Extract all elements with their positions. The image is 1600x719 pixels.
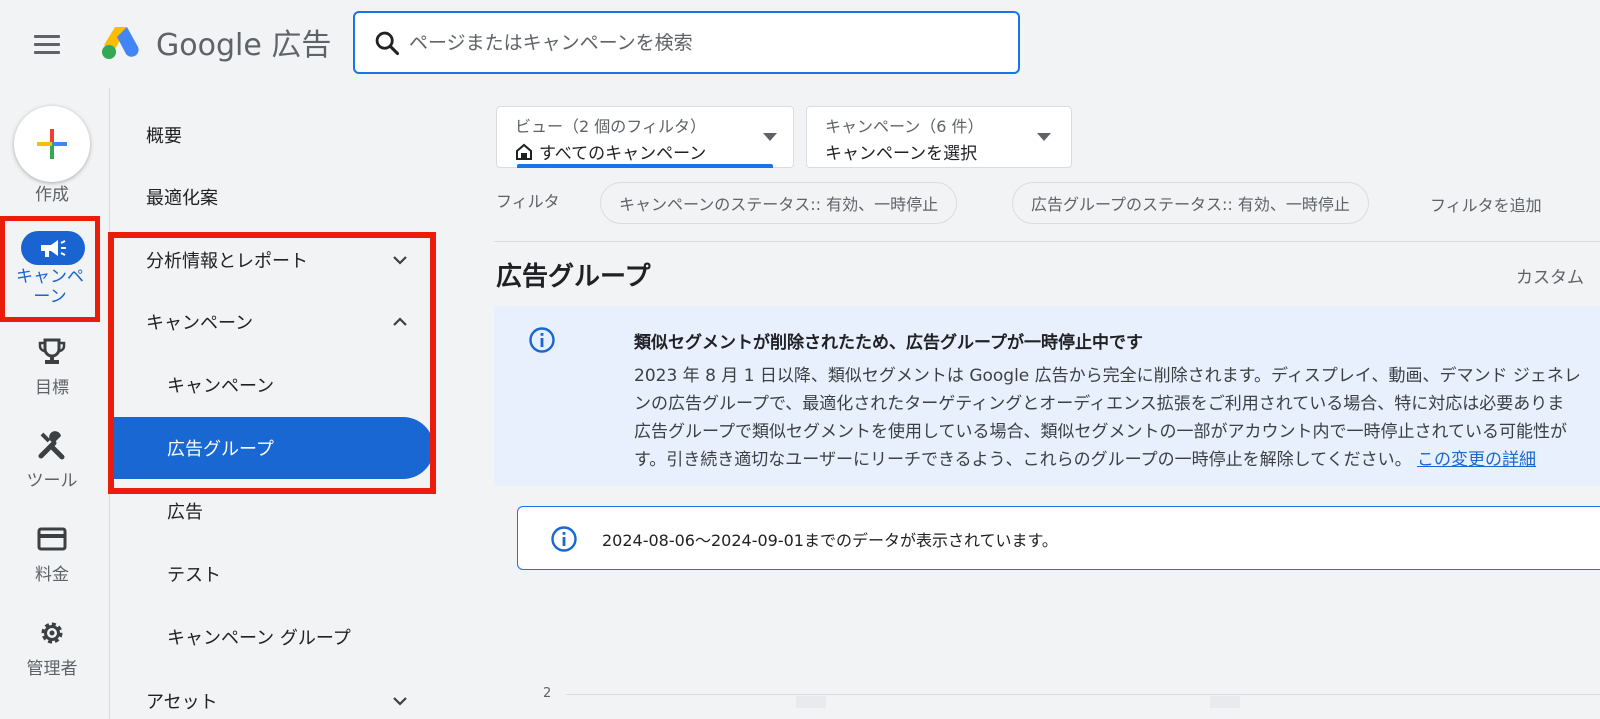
nav-item-overview[interactable]: 概要 (110, 104, 440, 166)
nav-item-campaigns[interactable]: キャンペーン (110, 354, 440, 416)
page-title: 広告グループ (496, 262, 651, 292)
nav-item-recommendations[interactable]: 最適化案 (110, 166, 440, 228)
nav-item-label: 最適化案 (146, 188, 218, 209)
view-dropdown-value-text: すべてのキャンペーン (539, 144, 707, 164)
admin-label: 管理者 (26, 659, 78, 679)
notice-line: す。引き続き適切なユーザーにリーチできるよう、これらのグループの一時停止を解除し… (634, 450, 1412, 470)
nav-item-insights-reports[interactable]: 分析情報とレポート (110, 229, 440, 291)
view-dropdown-value: すべてのキャンペーン (515, 139, 706, 164)
campaign-dropdown-value: キャンペーンを選択 (825, 144, 978, 164)
nav-item-label: キャンペーン グループ (167, 628, 351, 649)
nav-item-label: キャンペーン (146, 313, 254, 334)
nav-item-experiments[interactable]: テスト (110, 543, 440, 605)
divider (494, 241, 1600, 242)
chart-y-tick: 2 (543, 686, 552, 701)
goals-label: 目標 (35, 378, 69, 398)
nav-item-assets[interactable]: アセット (110, 670, 440, 719)
chart-gridline (566, 694, 1600, 695)
campaign-label: キャンペ ーン (5, 267, 95, 307)
view-dropdown-underline (517, 164, 773, 168)
search-input[interactable] (409, 31, 989, 54)
nav-item-ad-groups[interactable]: 広告グループ (110, 417, 434, 479)
top-bar: Google 広告 (0, 0, 1600, 88)
dropdown-arrow-icon (1037, 133, 1051, 141)
custom-button[interactable]: カスタム (1516, 263, 1584, 288)
view-dropdown[interactable]: ビュー（2 個のフィルタ） すべてのキャンペーン (496, 106, 794, 168)
rail-item-campaigns[interactable]: キャンペ ーン (0, 216, 100, 322)
chevron-down-icon (393, 697, 407, 706)
gear-icon (32, 616, 72, 650)
notice-line: 広告グループで類似セグメントを使用している場合、類似セグメントの一部がアカウント… (634, 422, 1567, 442)
nav-item-label: 広告 (167, 502, 203, 523)
view-dropdown-label: ビュー（2 個のフィルタ） (515, 117, 706, 136)
info-icon (529, 327, 555, 353)
rail-item-billing[interactable]: 料金 (0, 520, 104, 610)
tools-icon (32, 428, 72, 462)
info-notice: 類似セグメントが削除されたため、広告グループが一時停止中です 2023 年 8 … (494, 306, 1600, 486)
rail-item-tools[interactable]: ツール (0, 426, 104, 516)
nav-item-label: テスト (167, 565, 221, 586)
nav-item-label: キャンペーン (167, 376, 275, 397)
campaign-dropdown[interactable]: キャンペーン（6 件） キャンペーンを選択 (806, 106, 1072, 168)
date-range-text: 2024-08-06〜2024-09-01までのデータが表示されています。 (602, 531, 1058, 550)
trophy-icon (32, 335, 72, 369)
nav-item-label: アセット (146, 692, 218, 713)
create-button[interactable] (14, 106, 90, 182)
credit-card-icon (32, 522, 72, 556)
campaign-label-line2: ーン (33, 287, 67, 307)
info-icon (551, 526, 577, 552)
notice-title: 類似セグメントが削除されたため、広告グループが一時停止中です (634, 333, 1143, 353)
nav-item-label: 広告グループ (167, 439, 274, 460)
campaign-pill (21, 231, 85, 265)
plus-icon (37, 129, 67, 159)
campaign-dropdown-label: キャンペーン（6 件） (825, 117, 984, 136)
rail-item-goals[interactable]: 目標 (0, 333, 104, 423)
hamburger-menu-icon[interactable] (34, 26, 70, 62)
notice-line: ンの広告グループで、最適化されたターゲティングとオーディエンス拡張をご利用されて… (634, 394, 1565, 414)
nav-item-label: 分析情報とレポート (146, 251, 308, 272)
chart-bar-stub (796, 696, 826, 708)
campaign-label-line1: キャンペ (16, 267, 84, 287)
learn-more-link[interactable]: この変更の詳細 (1417, 450, 1536, 470)
filter-label: フィルタ (496, 192, 560, 211)
google-ads-logo-icon (102, 27, 139, 59)
notice-line: 2023 年 8 月 1 日以降、類似セグメントは Google 広告から完全に… (634, 366, 1581, 386)
search-box[interactable] (353, 11, 1020, 74)
chart-bar-stub (1210, 696, 1240, 708)
search-icon (375, 31, 400, 55)
nav-item-campaigns-group[interactable]: キャンペーン (110, 291, 440, 353)
nav-item-ads[interactable]: 広告 (110, 480, 440, 542)
chevron-up-icon (393, 317, 407, 326)
logo-text: Google 広告 (156, 28, 332, 63)
nav-item-campaign-groups[interactable]: キャンペーン グループ (110, 606, 440, 668)
notice-body: 2023 年 8 月 1 日以降、類似セグメントは Google 広告から完全に… (634, 362, 1600, 474)
google-ads-logo[interactable]: Google 広告 (100, 22, 332, 63)
filter-chip-adgroup-status[interactable]: 広告グループのステータス:: 有効、一時停止 (1012, 182, 1369, 224)
nav-item-label: 概要 (146, 126, 182, 147)
chevron-down-icon (393, 256, 407, 265)
rail-item-admin[interactable]: 管理者 (0, 614, 104, 704)
create-label: 作成 (35, 185, 69, 205)
megaphone-icon (41, 240, 66, 257)
dropdown-arrow-icon (763, 133, 777, 141)
notice-line-last: す。引き続き適切なユーザーにリーチできるよう、これらのグループの一時停止を解除し… (634, 446, 1600, 474)
left-rail: 作成 キャンペ ーン 目標 ツール 料金 管理者 (0, 88, 110, 719)
add-filter-button[interactable]: フィルタを追加 (1430, 192, 1542, 216)
tools-label: ツール (26, 471, 78, 491)
billing-label: 料金 (35, 565, 69, 585)
main-content: ビュー（2 個のフィルタ） すべてのキャンペーン キャンペーン（6 件） キャン… (440, 88, 1600, 719)
home-icon (516, 143, 532, 160)
sidebar-nav: 概要 最適化案 分析情報とレポート キャンペーン キャンペーン 広告グループ 広… (110, 88, 440, 719)
date-range-notice: 2024-08-06〜2024-09-01までのデータが表示されています。 (517, 506, 1600, 570)
filter-chip-campaign-status[interactable]: キャンペーンのステータス:: 有効、一時停止 (600, 182, 958, 224)
